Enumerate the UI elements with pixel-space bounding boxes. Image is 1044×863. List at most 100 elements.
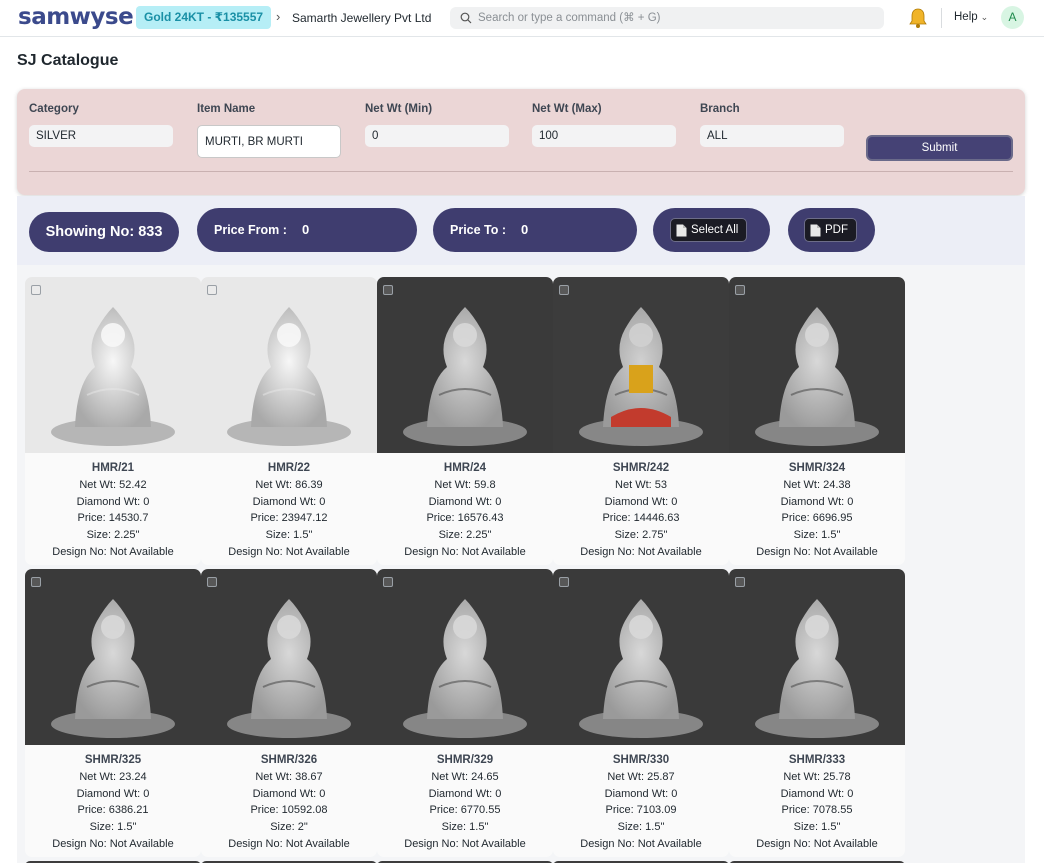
item-diamond-weight: Diamond Wt: 0 bbox=[428, 787, 502, 800]
item-size: Size: 2" bbox=[270, 821, 308, 834]
select-checkbox[interactable] bbox=[207, 285, 217, 295]
product-card[interactable]: SHMR/324 Net Wt: 24.38 Diamond Wt: 0 Price:… bbox=[729, 277, 905, 565]
item-code: SHMR/324 bbox=[788, 462, 846, 474]
item-code: HMR/21 bbox=[91, 462, 135, 474]
gold-rate-badge: Gold 24KT - ₹135557 bbox=[136, 6, 272, 29]
product-image[interactable] bbox=[553, 569, 729, 745]
item-size: Size: 1.5" bbox=[441, 821, 489, 834]
product-card[interactable]: SHMR/329 Net Wt: 24.65 Diamond Wt: 0 Price:… bbox=[377, 569, 553, 857]
summary-bar: Showing No: 833 Price From : 0 Price To … bbox=[17, 196, 1025, 265]
item-code: SHMR/326 bbox=[260, 754, 318, 766]
product-card[interactable]: HMR/21 Net Wt: 52.42 Diamond Wt: 0 Price: 1… bbox=[25, 277, 201, 565]
submit-button[interactable]: Submit bbox=[866, 135, 1013, 161]
net-wt-max-field[interactable] bbox=[532, 125, 676, 147]
item-net-weight: Net Wt: 53 bbox=[615, 479, 667, 491]
item-diamond-weight: Diamond Wt: 0 bbox=[780, 495, 854, 508]
item-diamond-weight: Diamond Wt: 0 bbox=[428, 495, 502, 508]
pdf-label: PDF bbox=[825, 224, 848, 236]
select-checkbox[interactable] bbox=[735, 577, 745, 587]
item-design-number: Design No: Not Available bbox=[52, 837, 174, 850]
product-card[interactable]: HMR/22 Net Wt: 86.39 Diamond Wt: 0 Price: 2… bbox=[201, 277, 377, 565]
item-design-number: Design No: Not Available bbox=[228, 837, 350, 850]
product-image[interactable] bbox=[377, 277, 553, 453]
item-net-weight: Net Wt: 23.24 bbox=[79, 771, 147, 783]
branch-field[interactable] bbox=[700, 125, 844, 147]
navbar: samwyse Gold 24KT - ₹135557 › Samarth Je… bbox=[0, 0, 1044, 37]
app-logo[interactable]: samwyse bbox=[18, 4, 134, 30]
select-checkbox[interactable] bbox=[559, 285, 569, 295]
product-image[interactable] bbox=[729, 569, 905, 745]
price-from-pill[interactable]: Price From : 0 bbox=[197, 208, 417, 252]
product-image[interactable] bbox=[377, 569, 553, 745]
document-icon bbox=[676, 224, 687, 236]
chevron-right-icon: › bbox=[276, 9, 281, 24]
item-design-number: Design No: Not Available bbox=[756, 837, 878, 850]
item-design-number: Design No: Not Available bbox=[404, 545, 526, 558]
product-image[interactable] bbox=[25, 569, 201, 745]
search-bar[interactable] bbox=[450, 7, 884, 29]
pdf-button[interactable]: PDF bbox=[804, 218, 857, 242]
page-title: SJ Catalogue bbox=[17, 52, 119, 69]
item-price: Price: 6770.55 bbox=[429, 804, 501, 817]
product-card[interactable]: SHMR/326 Net Wt: 38.67 Diamond Wt: 0 Price:… bbox=[201, 569, 377, 857]
item-size: Size: 1.5" bbox=[793, 529, 841, 542]
select-checkbox[interactable] bbox=[31, 285, 41, 295]
product-card[interactable]: SHMR/242 Net Wt: 53 Diamond Wt: 0 Price: 14… bbox=[553, 277, 729, 565]
select-checkbox[interactable] bbox=[31, 577, 41, 587]
item-price: Price: 10592.08 bbox=[250, 804, 328, 817]
product-image[interactable] bbox=[201, 569, 377, 745]
bell-icon[interactable] bbox=[906, 6, 930, 30]
select-checkbox[interactable] bbox=[559, 577, 569, 587]
net-wt-min-field[interactable] bbox=[365, 125, 509, 147]
item-size: Size: 2.25" bbox=[86, 529, 140, 542]
item-price: Price: 7078.55 bbox=[781, 804, 853, 817]
product-image[interactable] bbox=[25, 277, 201, 453]
item-price: Price: 14446.63 bbox=[602, 512, 680, 525]
item-code: HMR/24 bbox=[443, 462, 487, 474]
item-size: Size: 1.5" bbox=[793, 821, 841, 834]
item-name-field[interactable] bbox=[197, 125, 341, 158]
item-diamond-weight: Diamond Wt: 0 bbox=[780, 787, 854, 800]
select-checkbox[interactable] bbox=[383, 577, 393, 587]
product-image[interactable] bbox=[201, 277, 377, 453]
item-size: Size: 1.5" bbox=[265, 529, 313, 542]
item-code: SHMR/333 bbox=[788, 754, 846, 766]
product-card[interactable]: SHMR/333 Net Wt: 25.78 Diamond Wt: 0 Price:… bbox=[729, 569, 905, 857]
category-field[interactable] bbox=[29, 125, 173, 147]
price-to-value[interactable]: 0 bbox=[521, 208, 528, 252]
price-to-pill[interactable]: Price To : 0 bbox=[433, 208, 637, 252]
navbar-divider bbox=[941, 8, 942, 28]
item-net-weight: Net Wt: 24.38 bbox=[783, 479, 851, 491]
item-design-number: Design No: Not Available bbox=[404, 837, 526, 850]
net-wt-min-label: Net Wt (Min) bbox=[365, 103, 433, 115]
item-design-number: Design No: Not Available bbox=[52, 545, 174, 558]
item-net-weight: Net Wt: 25.87 bbox=[607, 771, 675, 783]
search-input[interactable] bbox=[478, 7, 878, 29]
item-design-number: Design No: Not Available bbox=[228, 545, 350, 558]
product-image[interactable] bbox=[729, 277, 905, 453]
item-diamond-weight: Diamond Wt: 0 bbox=[252, 495, 326, 508]
net-wt-max-label: Net Wt (Max) bbox=[532, 103, 602, 115]
help-label: Help bbox=[954, 11, 978, 23]
item-diamond-weight: Diamond Wt: 0 bbox=[76, 787, 150, 800]
select-checkbox[interactable] bbox=[735, 285, 745, 295]
product-image[interactable] bbox=[553, 277, 729, 453]
item-diamond-weight: Diamond Wt: 0 bbox=[604, 787, 678, 800]
select-checkbox[interactable] bbox=[207, 577, 217, 587]
select-all-button[interactable]: Select All bbox=[670, 218, 748, 242]
filter-panel: Category Item Name Net Wt (Min) Net Wt (… bbox=[17, 89, 1025, 195]
item-price: Price: 6696.95 bbox=[781, 512, 853, 525]
item-net-weight: Net Wt: 25.78 bbox=[783, 771, 851, 783]
product-card[interactable]: HMR/24 Net Wt: 59.8 Diamond Wt: 0 Price: 16… bbox=[377, 277, 553, 565]
help-menu[interactable]: Help ⌄ bbox=[954, 11, 988, 23]
price-from-value[interactable]: 0 bbox=[302, 208, 309, 252]
filter-divider bbox=[29, 171, 1013, 172]
product-card[interactable]: SHMR/330 Net Wt: 25.87 Diamond Wt: 0 Price:… bbox=[553, 569, 729, 857]
item-price: Price: 7103.09 bbox=[605, 804, 677, 817]
product-card[interactable]: SHMR/325 Net Wt: 23.24 Diamond Wt: 0 Price:… bbox=[25, 569, 201, 857]
select-checkbox[interactable] bbox=[383, 285, 393, 295]
company-name[interactable]: Samarth Jewellery Pvt Ltd bbox=[292, 11, 431, 25]
avatar[interactable]: A bbox=[1001, 6, 1024, 29]
item-code: SHMR/242 bbox=[612, 462, 670, 474]
product-grid: HMR/21 Net Wt: 52.42 Diamond Wt: 0 Price: 1… bbox=[17, 265, 1025, 863]
